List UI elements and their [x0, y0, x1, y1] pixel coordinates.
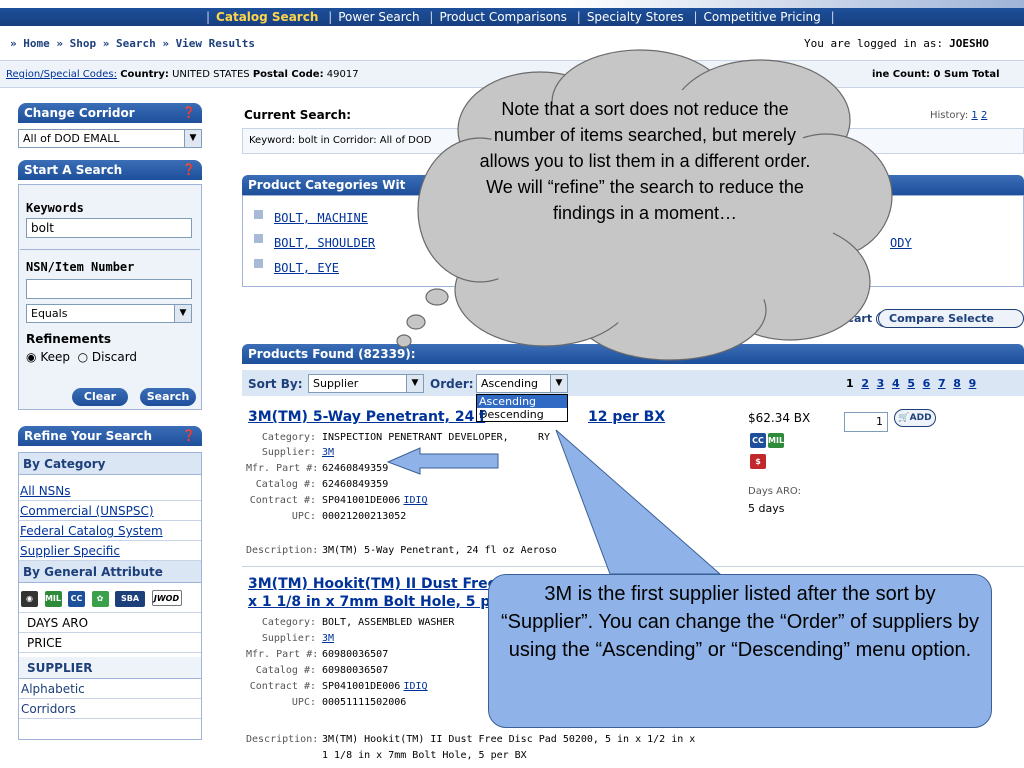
- cloud-callout-text: Note that a sort does not reduce the num…: [479, 99, 811, 223]
- arrow-left-icon: [386, 447, 499, 475]
- bubble-pointer: [555, 429, 722, 575]
- bubble-callout-text: 3M is the first supplier listed after th…: [500, 583, 980, 661]
